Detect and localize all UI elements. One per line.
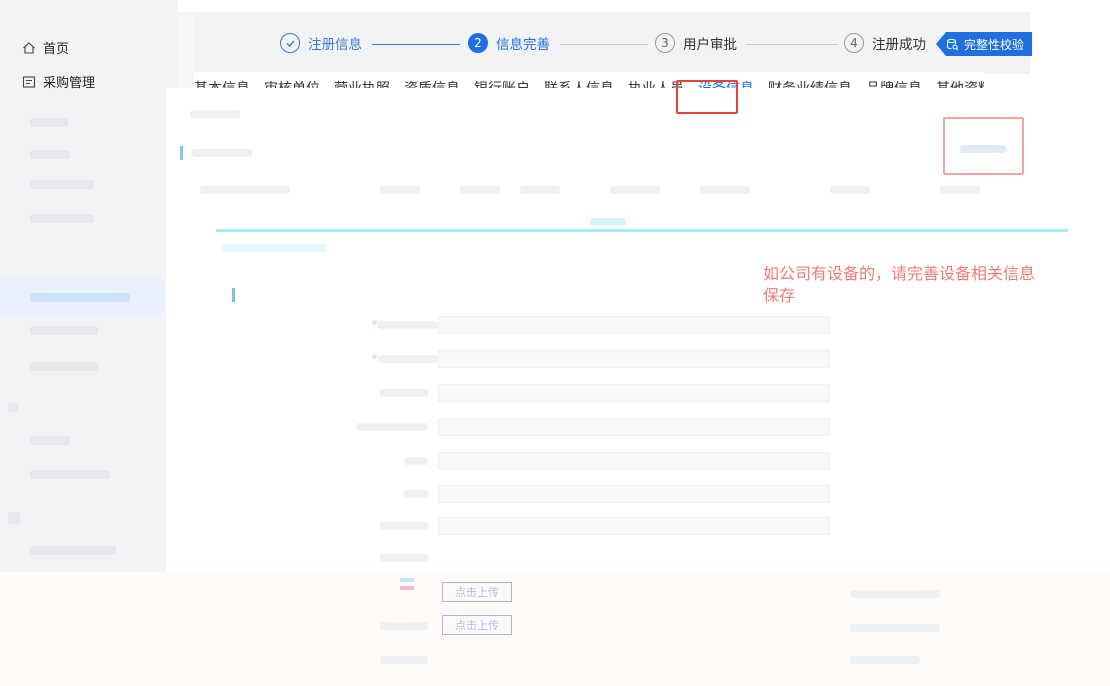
sidebar-faded-item <box>30 546 116 555</box>
faded-table-header <box>520 186 560 194</box>
sidebar-item-label: 首页 <box>43 42 70 57</box>
file-icon-accent <box>400 586 414 590</box>
form-label <box>380 389 428 397</box>
form-input[interactable] <box>438 384 830 402</box>
faded-table-header <box>940 186 980 194</box>
form-input[interactable] <box>438 452 830 470</box>
file-icon <box>400 578 414 582</box>
form-input[interactable] <box>438 485 830 503</box>
step-number: 2 <box>468 33 488 53</box>
step-info-complete: 2 信息完善 <box>468 33 550 53</box>
home-icon <box>22 41 36 55</box>
form-label <box>378 321 438 329</box>
tab-finance[interactable]: 财务业绩信息 <box>768 78 852 88</box>
integrity-check-label: 完整性校验 <box>964 37 1025 52</box>
form-label <box>404 457 428 465</box>
form-label <box>380 554 428 562</box>
cyan-divider <box>216 229 1068 232</box>
faded-hint <box>850 590 940 598</box>
annotation-note: 如公司有设备的，请完善设备相关信息保存 <box>763 264 1036 305</box>
form-section-marker <box>232 288 235 302</box>
form-label <box>404 490 428 498</box>
step-connector <box>560 44 648 45</box>
faded-hint <box>850 656 920 664</box>
faded-table-header <box>200 186 290 194</box>
tab-business-license[interactable]: 营业执照 <box>334 78 390 88</box>
sidebar-faded-item <box>30 436 70 445</box>
step-user-approval: 3 用户审批 <box>655 33 737 53</box>
form-label <box>380 622 428 630</box>
sidebar-faded-item <box>30 150 70 159</box>
faded-section-title <box>192 149 252 157</box>
sidebar-faded-item <box>30 362 98 371</box>
form-label <box>380 656 428 664</box>
step-connector <box>746 44 838 45</box>
step-label: 注册信息 <box>308 37 362 53</box>
step-label: 信息完善 <box>496 37 550 53</box>
upload-button-1[interactable]: 点击上传 <box>442 582 512 602</box>
required-mark: * <box>372 318 378 331</box>
sidebar-item-home[interactable]: 首页 <box>22 38 69 57</box>
database-search-icon <box>946 38 959 51</box>
required-mark: * <box>372 352 378 365</box>
step-connector <box>372 44 460 45</box>
sidebar-faded-icon <box>8 512 20 524</box>
sidebar-item-procurement[interactable]: 采购管理 <box>22 72 95 91</box>
faded-table-header <box>700 186 750 194</box>
form-input[interactable] <box>438 316 830 334</box>
tab-bar: 基本信息 审核单位 营业执照 资质信息 银行账户 联系人信息 执业人员 设备信息… <box>194 72 984 88</box>
faded-table-header <box>830 186 870 194</box>
add-button[interactable] <box>960 145 1006 153</box>
faded-form-title <box>222 244 326 252</box>
form-input[interactable] <box>438 517 830 535</box>
faded-hint <box>850 624 940 632</box>
tab-brand[interactable]: 品牌信息 <box>866 78 922 88</box>
form-label <box>356 423 428 431</box>
sidebar-faded-item <box>30 118 68 127</box>
form-input[interactable] <box>438 418 830 436</box>
check-circle-icon <box>280 33 300 53</box>
step-register-info: 注册信息 <box>280 33 362 53</box>
tab-other[interactable]: 其他资料 <box>936 78 984 88</box>
highlight-equipment-tab <box>676 80 738 114</box>
step-label: 用户审批 <box>683 37 737 53</box>
step-register-success: 4 注册成功 <box>844 33 926 53</box>
sidebar-item-label: 采购管理 <box>43 76 96 91</box>
form-input[interactable] <box>438 350 830 368</box>
document-icon <box>22 75 36 89</box>
sidebar-faded-item <box>30 180 94 189</box>
sidebar-faded-item <box>30 470 110 479</box>
upload-button-2[interactable]: 点击上传 <box>442 615 512 635</box>
tab-bank-account[interactable]: 银行账户 <box>474 78 530 88</box>
sidebar-faded-item <box>30 293 130 302</box>
faded-empty-text <box>590 218 626 226</box>
step-number: 3 <box>655 33 675 53</box>
faded-table-header <box>610 186 660 194</box>
step-number: 4 <box>844 33 864 53</box>
tab-audit-unit[interactable]: 审核单位 <box>264 78 320 88</box>
integrity-check-button[interactable]: 完整性校验 <box>936 32 1032 56</box>
sidebar-faded-item <box>30 326 98 335</box>
form-label <box>380 522 428 530</box>
faded-breadcrumb <box>190 110 240 118</box>
faded-table-header <box>460 186 500 194</box>
step-label: 注册成功 <box>872 37 926 53</box>
sidebar-faded-icon <box>8 402 18 412</box>
form-label <box>378 355 438 363</box>
faded-table-header <box>380 186 420 194</box>
sidebar-faded-item <box>30 214 94 223</box>
tab-contact[interactable]: 联系人信息 <box>544 78 614 88</box>
bottom-shade <box>0 572 1110 686</box>
tab-qualification[interactable]: 资质信息 <box>404 78 460 88</box>
section-marker <box>180 146 183 160</box>
tab-basic-info[interactable]: 基本信息 <box>194 78 250 88</box>
